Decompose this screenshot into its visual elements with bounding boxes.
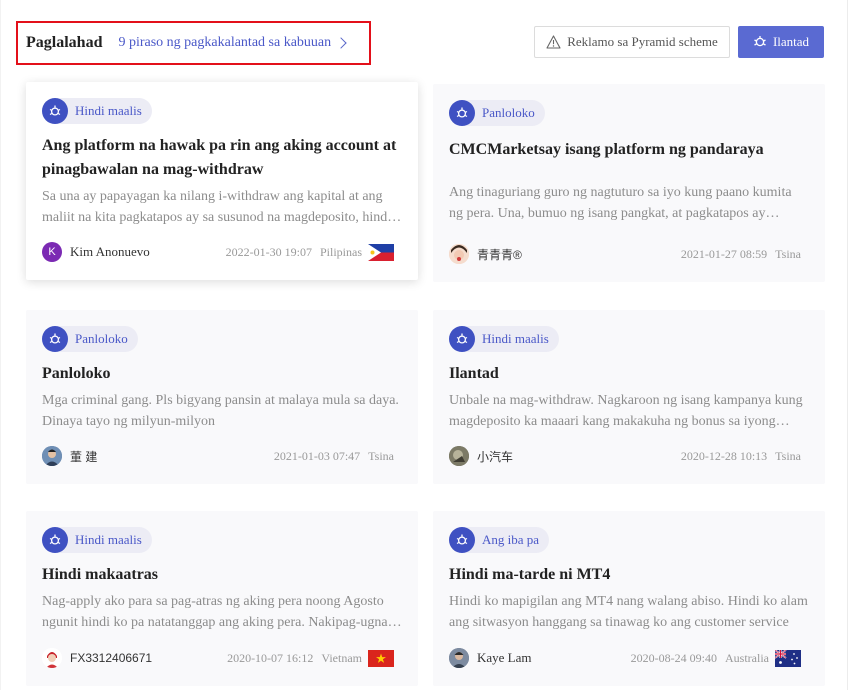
exposure-card[interactable]: Ang iba pa Hindi ma-tarde ni MT4 Hindi k… <box>433 511 825 686</box>
tag-label: Panloloko <box>482 105 535 120</box>
card-title[interactable]: Hindi ma-tarde ni MT4 <box>449 563 809 587</box>
post-date: 2020-08-24 09:40 <box>630 650 717 665</box>
card-footer: K Kim Anonuevo 2022-01-30 19:07 Pilipina… <box>42 242 394 262</box>
expose-button[interactable]: Ilantad <box>738 26 824 58</box>
card-description: Sa una ay papayagan ka nilang i-withdraw… <box>42 189 392 225</box>
exposure-card[interactable]: Panloloko Panloloko Mga criminal gang. P… <box>26 310 418 484</box>
card-title[interactable]: CMCMarketsay isang platform ng pandaraya <box>449 138 809 162</box>
bug-icon <box>42 527 68 553</box>
section-title: Paglalahad <box>26 34 103 51</box>
post-meta: 2021-01-03 07:47 Tsina <box>274 449 394 464</box>
avatar <box>449 648 469 668</box>
card-title[interactable]: Hindi makaatras <box>42 563 402 587</box>
username: Kaye Lam <box>477 650 532 665</box>
exposure-card[interactable]: Hindi maalis Ilantad Unbale na mag-withd… <box>433 310 825 484</box>
avatar <box>42 446 62 466</box>
username: FX3312406671 <box>70 651 153 665</box>
post-date: 2020-12-28 10:13 <box>680 448 768 463</box>
bug-icon <box>449 527 475 553</box>
post-location: Pilipinas <box>319 244 362 259</box>
post-meta: 2020-12-28 10:13 Tsina <box>681 449 801 464</box>
category-tag: Ang iba pa <box>449 527 550 553</box>
vn-flag-icon <box>368 649 394 667</box>
avatar <box>449 446 469 466</box>
post-location: Tsina <box>775 448 801 463</box>
avatar: K <box>42 242 62 262</box>
exposure-card[interactable]: Hindi maalis Hindi makaatras Nag-apply a… <box>26 511 418 686</box>
username: 青青青® <box>477 247 522 262</box>
total-exposures-link[interactable]: 9 piraso ng pagkakalantad sa kabuuan <box>118 35 347 51</box>
bug-icon <box>449 326 475 352</box>
report-pyramid-button[interactable]: Reklamo sa Pyramid scheme <box>534 26 730 58</box>
bug-icon <box>42 326 68 352</box>
card-description: Nag-apply ako para sa pag-atras ng aking… <box>42 594 395 630</box>
post-date: 2021-01-27 08:59 <box>680 246 768 261</box>
post-meta: 2020-10-07 16:12 Vietnam <box>227 649 394 667</box>
category-tag: Hindi maalis <box>42 527 152 553</box>
bug-icon <box>449 100 475 126</box>
username: 董 建 <box>70 449 98 464</box>
total-exposures-label: 9 piraso ng pagkakalantad sa kabuuan <box>118 35 332 50</box>
card-footer: 小汽车 2020-12-28 10:13 Tsina <box>449 446 801 466</box>
card-footer: Kaye Lam 2020-08-24 09:40 Australia <box>449 648 801 668</box>
post-location: Tsina <box>368 448 394 463</box>
chevron-right-icon <box>335 37 347 49</box>
username: Kim Anonuevo <box>70 244 150 259</box>
avatar <box>449 244 469 264</box>
report-pyramid-label: Reklamo sa Pyramid scheme <box>567 34 718 49</box>
avatar <box>42 648 62 668</box>
tag-label: Hindi maalis <box>482 331 549 346</box>
category-tag: Hindi maalis <box>449 326 559 352</box>
card-title[interactable]: Panloloko <box>42 362 402 386</box>
post-meta: 2021-01-27 08:59 Tsina <box>681 247 801 262</box>
category-tag: Panloloko <box>42 326 138 352</box>
card-title[interactable]: Ang platform na hawak pa rin ang aking a… <box>42 134 402 182</box>
card-description: Ang tinaguriang guro ng nagtuturo sa iyo… <box>449 185 792 221</box>
category-tag: Hindi maalis <box>42 98 152 124</box>
post-meta: 2022-01-30 19:07 Pilipinas <box>225 243 394 261</box>
card-footer: FX3312406671 2020-10-07 16:12 Vietnam <box>42 648 394 668</box>
card-description: Unbale na mag-withdraw. Nagkaroon ng isa… <box>449 393 803 429</box>
card-footer: 青青青® 2021-01-27 08:59 Tsina <box>449 244 801 264</box>
tag-label: Ang iba pa <box>482 532 540 547</box>
post-meta: 2020-08-24 09:40 Australia <box>630 649 801 667</box>
category-tag: Panloloko <box>449 100 545 126</box>
card-title[interactable]: Ilantad <box>449 362 809 386</box>
post-location: Vietnam <box>321 650 362 665</box>
post-date: 2020-10-07 16:12 <box>227 650 314 665</box>
shield-bug-icon <box>754 36 766 47</box>
tag-label: Hindi maalis <box>75 532 142 547</box>
card-footer: 董 建 2021-01-03 07:47 Tsina <box>42 446 394 466</box>
expose-label: Ilantad <box>772 34 810 49</box>
tag-label: Hindi maalis <box>75 103 142 118</box>
warning-icon <box>546 35 561 49</box>
bug-icon <box>42 98 68 124</box>
post-location: Tsina <box>775 246 801 261</box>
tag-label: Panloloko <box>75 331 128 346</box>
ph-flag-icon <box>368 243 394 261</box>
exposure-card[interactable]: Panloloko CMCMarketsay isang platform ng… <box>433 84 825 282</box>
card-description: Mga criminal gang. Pls bigyang pansin at… <box>42 393 399 429</box>
exposure-header: Paglalahad 9 piraso ng pagkakalantad sa … <box>16 21 371 65</box>
card-description: Hindi ko mapigilan ang MT4 nang walang a… <box>449 594 808 630</box>
au-flag-icon <box>775 649 801 667</box>
post-location: Australia <box>725 650 769 665</box>
exposure-card[interactable]: Hindi maalis Ang platform na hawak pa ri… <box>26 82 418 280</box>
username: 小汽车 <box>477 449 514 464</box>
post-date: 2022-01-30 19:07 <box>225 244 312 259</box>
post-date: 2021-01-03 07:47 <box>273 448 361 463</box>
